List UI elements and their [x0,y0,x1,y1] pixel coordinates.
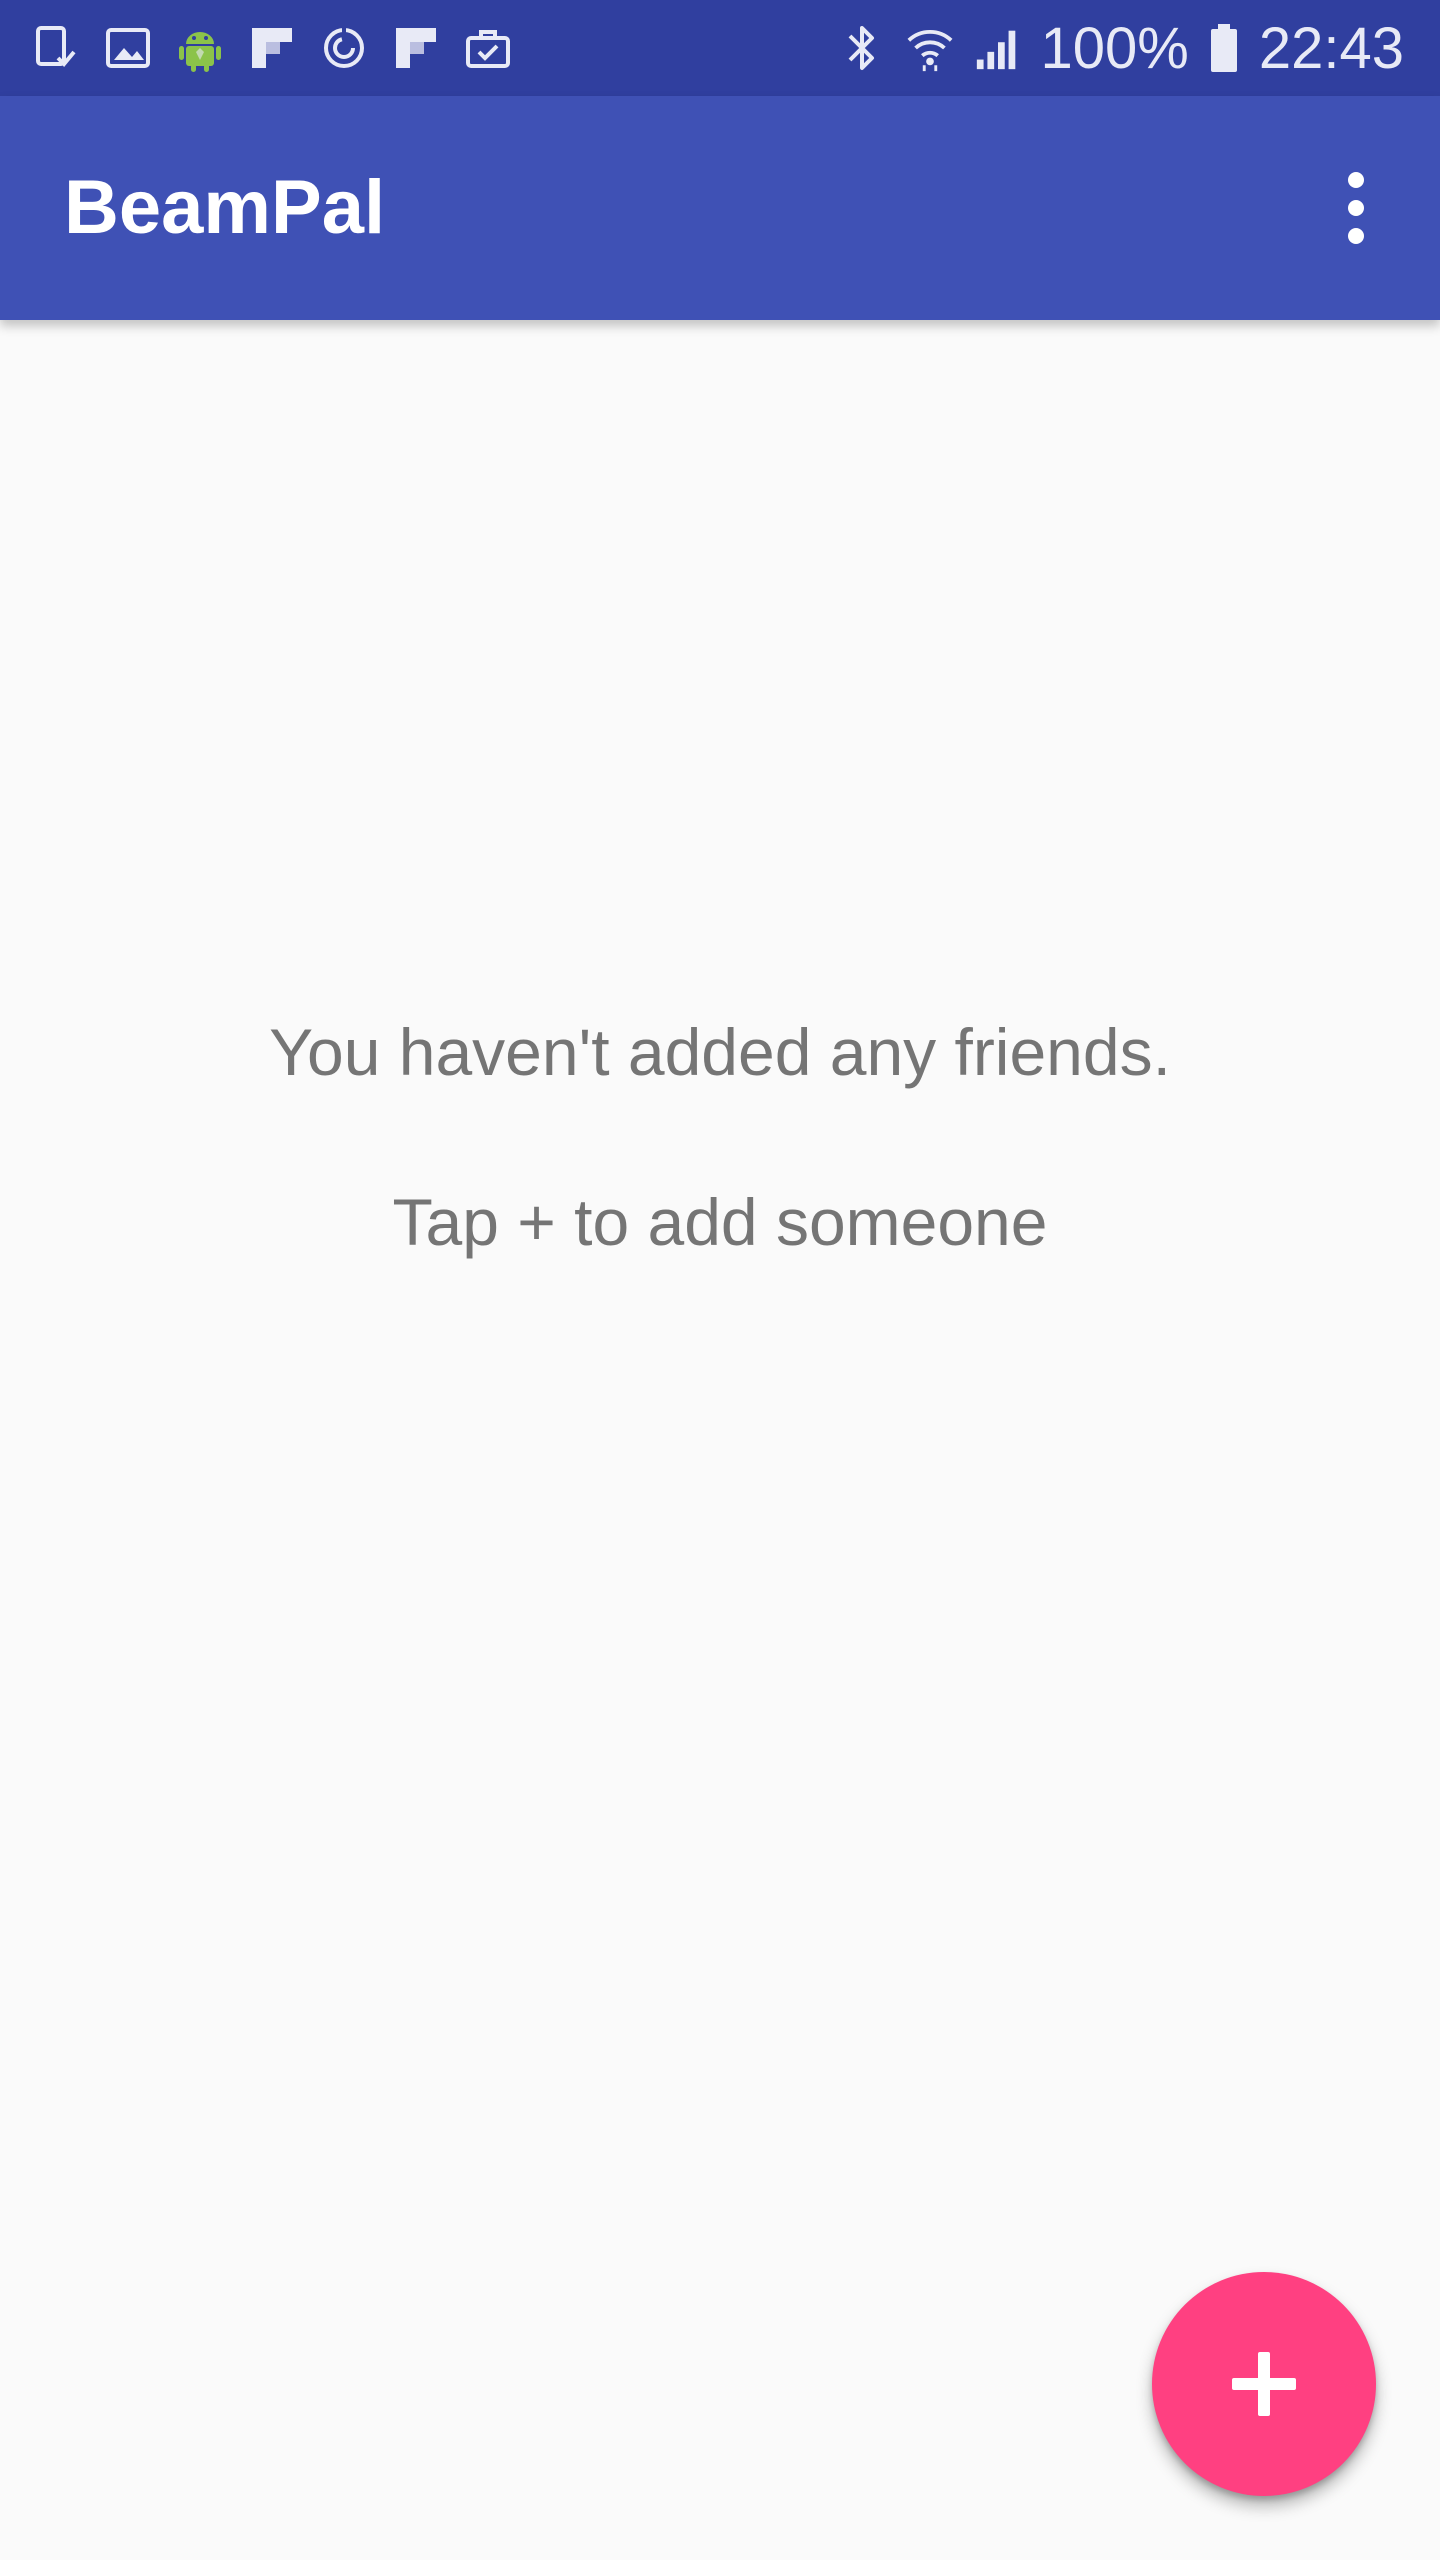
system-status: 100% 22:43 [837,0,1404,96]
battery-full-icon [1207,20,1241,76]
app-title: BeamPal [64,165,386,250]
flipboard-icon [244,20,300,76]
battery-percent: 100% [1040,15,1189,81]
empty-state-hint: Tap + to add someone [392,1185,1048,1259]
signal-icon [973,20,1023,76]
wifi-icon [905,20,955,76]
android-icon [172,20,228,76]
add-friend-button[interactable] [1152,2272,1376,2496]
status-bar: 100% 22:43 [0,0,1440,96]
bluetooth-icon [837,20,887,76]
sync-icon [316,20,372,76]
flipboard-icon [388,20,444,76]
app-bar: BeamPal [0,96,1440,320]
empty-state: You haven't added any friends. Tap + to … [0,980,1440,1294]
plus-icon [1232,2352,1296,2416]
sim-download-icon [28,20,84,76]
empty-state-message: You haven't added any friends. [269,1015,1171,1089]
notification-icons [28,18,516,78]
briefcase-icon [460,20,516,76]
more-vert-icon [1348,172,1364,244]
overflow-menu-button[interactable] [1296,148,1416,268]
clock: 22:43 [1258,15,1404,81]
image-icon [100,20,156,76]
